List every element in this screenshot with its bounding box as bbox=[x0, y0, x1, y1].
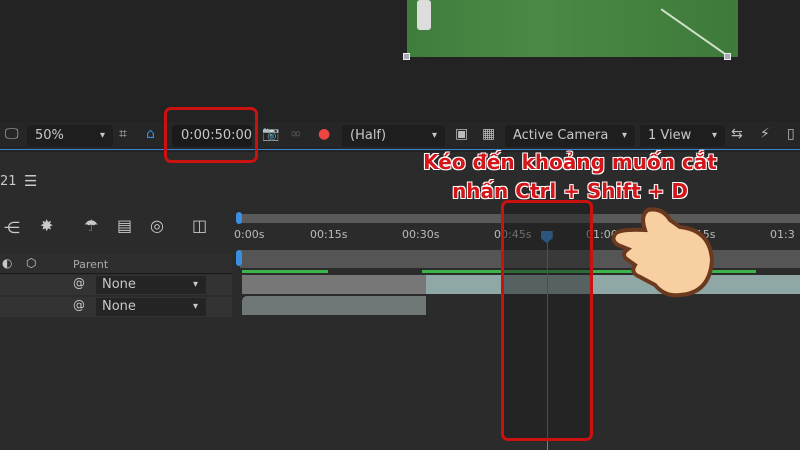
parent-dropdown[interactable]: None ▾ bbox=[96, 298, 206, 316]
composition-tab[interactable]: 21 bbox=[0, 174, 17, 189]
composition-preview bbox=[407, 0, 738, 57]
parent-dropdown[interactable]: None ▾ bbox=[96, 276, 206, 294]
zoom-dropdown[interactable]: 50% ▾ bbox=[27, 125, 113, 147]
ruler-tick-label: 00:15s bbox=[310, 228, 347, 241]
column-header: ◐ ⬡ Parent bbox=[0, 254, 232, 274]
parent-value: None bbox=[102, 299, 136, 314]
ruler-tick-label: 00:30s bbox=[402, 228, 439, 241]
chevron-down-icon: ▾ bbox=[193, 276, 198, 294]
navigator-start-handle[interactable] bbox=[236, 212, 242, 224]
transform-handle[interactable] bbox=[724, 53, 731, 60]
grid-guides-icon[interactable]: ⌗ bbox=[119, 126, 127, 142]
parent-value: None bbox=[102, 277, 136, 292]
graph-editor-icon[interactable]: ◫ bbox=[192, 216, 207, 235]
fast-previews-icon[interactable]: ⚡ bbox=[760, 126, 770, 142]
zoom-value: 50% bbox=[35, 128, 64, 143]
instruction-annotation: Kéo đến khoảng muốn cắt nhấn Ctrl + Shif… bbox=[400, 148, 740, 206]
layer-bar[interactable] bbox=[242, 275, 426, 294]
draft-3d-icon[interactable]: ✸ bbox=[40, 216, 53, 235]
view-layout-value: 1 View bbox=[648, 128, 691, 143]
toggle-pixel-aspect-icon[interactable]: ⇆ bbox=[731, 126, 743, 142]
pick-whip-icon[interactable]: @ bbox=[73, 276, 85, 290]
chevron-down-icon: ▾ bbox=[100, 125, 105, 147]
snapshot-camera-icon[interactable]: 📷 bbox=[262, 126, 279, 142]
chevron-down-icon: ▾ bbox=[193, 298, 198, 316]
shy-layers-icon[interactable]: ☂ bbox=[84, 216, 98, 235]
layer-bar[interactable] bbox=[242, 296, 426, 315]
cut-region-highlight bbox=[501, 200, 593, 441]
chevron-down-icon: ▾ bbox=[432, 125, 437, 147]
render-cache-bar bbox=[242, 270, 328, 273]
monitor-icon[interactable]: 🖵 bbox=[5, 126, 19, 142]
camera-dropdown[interactable]: Active Camera ▾ bbox=[505, 125, 635, 147]
timecode-highlight bbox=[164, 107, 258, 163]
chevron-down-icon: ▾ bbox=[622, 125, 627, 147]
ruler-tick-label: 01:3 bbox=[770, 228, 795, 241]
color-channels-icon[interactable]: ● bbox=[318, 126, 330, 142]
chevron-down-icon: ▾ bbox=[712, 125, 717, 147]
annotation-line: nhấn Ctrl + Shift + D bbox=[400, 177, 740, 206]
3d-layer-icon: ⬡ bbox=[26, 256, 36, 270]
frame-blending-icon[interactable]: ▤ bbox=[117, 216, 132, 235]
resolution-dropdown[interactable]: (Half) ▾ bbox=[342, 125, 445, 147]
layer-row[interactable]: @ None ▾ bbox=[0, 275, 232, 295]
hamburger-icon[interactable]: ☰ bbox=[24, 172, 37, 190]
region-of-interest-icon[interactable]: ▣ bbox=[455, 126, 468, 142]
pick-whip-icon[interactable]: @ bbox=[73, 298, 85, 312]
parent-column-header: Parent bbox=[73, 258, 108, 271]
transform-handle[interactable] bbox=[403, 53, 410, 60]
pointing-hand-icon bbox=[610, 205, 720, 300]
motion-blur-icon[interactable]: ◎ bbox=[150, 216, 164, 235]
ruler-tick-label: 0:00s bbox=[234, 228, 264, 241]
resolution-value: (Half) bbox=[350, 128, 386, 143]
annotation-line: Kéo đến khoảng muốn cắt bbox=[400, 148, 740, 177]
flowchart-icon[interactable]: ⋲ bbox=[4, 218, 20, 237]
camera-value: Active Camera bbox=[513, 128, 608, 143]
view-layout-dropdown[interactable]: 1 View ▾ bbox=[640, 125, 725, 147]
timeline-icon[interactable]: ▯ bbox=[787, 126, 795, 142]
adjustment-layer-icon: ◐ bbox=[2, 256, 12, 270]
viewer-toolbar: 🖵 50%▾ ⌗ ⌂ 0:00:50:00 📷 ∞ ● (Half)▾ ▣ ▦ … bbox=[0, 122, 800, 150]
show-snapshot-icon[interactable]: ∞ bbox=[290, 126, 302, 142]
work-area-start-handle[interactable] bbox=[236, 250, 242, 266]
transparency-grid-icon[interactable]: ▦ bbox=[482, 126, 495, 142]
mask-visibility-icon[interactable]: ⌂ bbox=[146, 126, 155, 142]
layer-row[interactable]: @ None ▾ bbox=[0, 297, 232, 317]
